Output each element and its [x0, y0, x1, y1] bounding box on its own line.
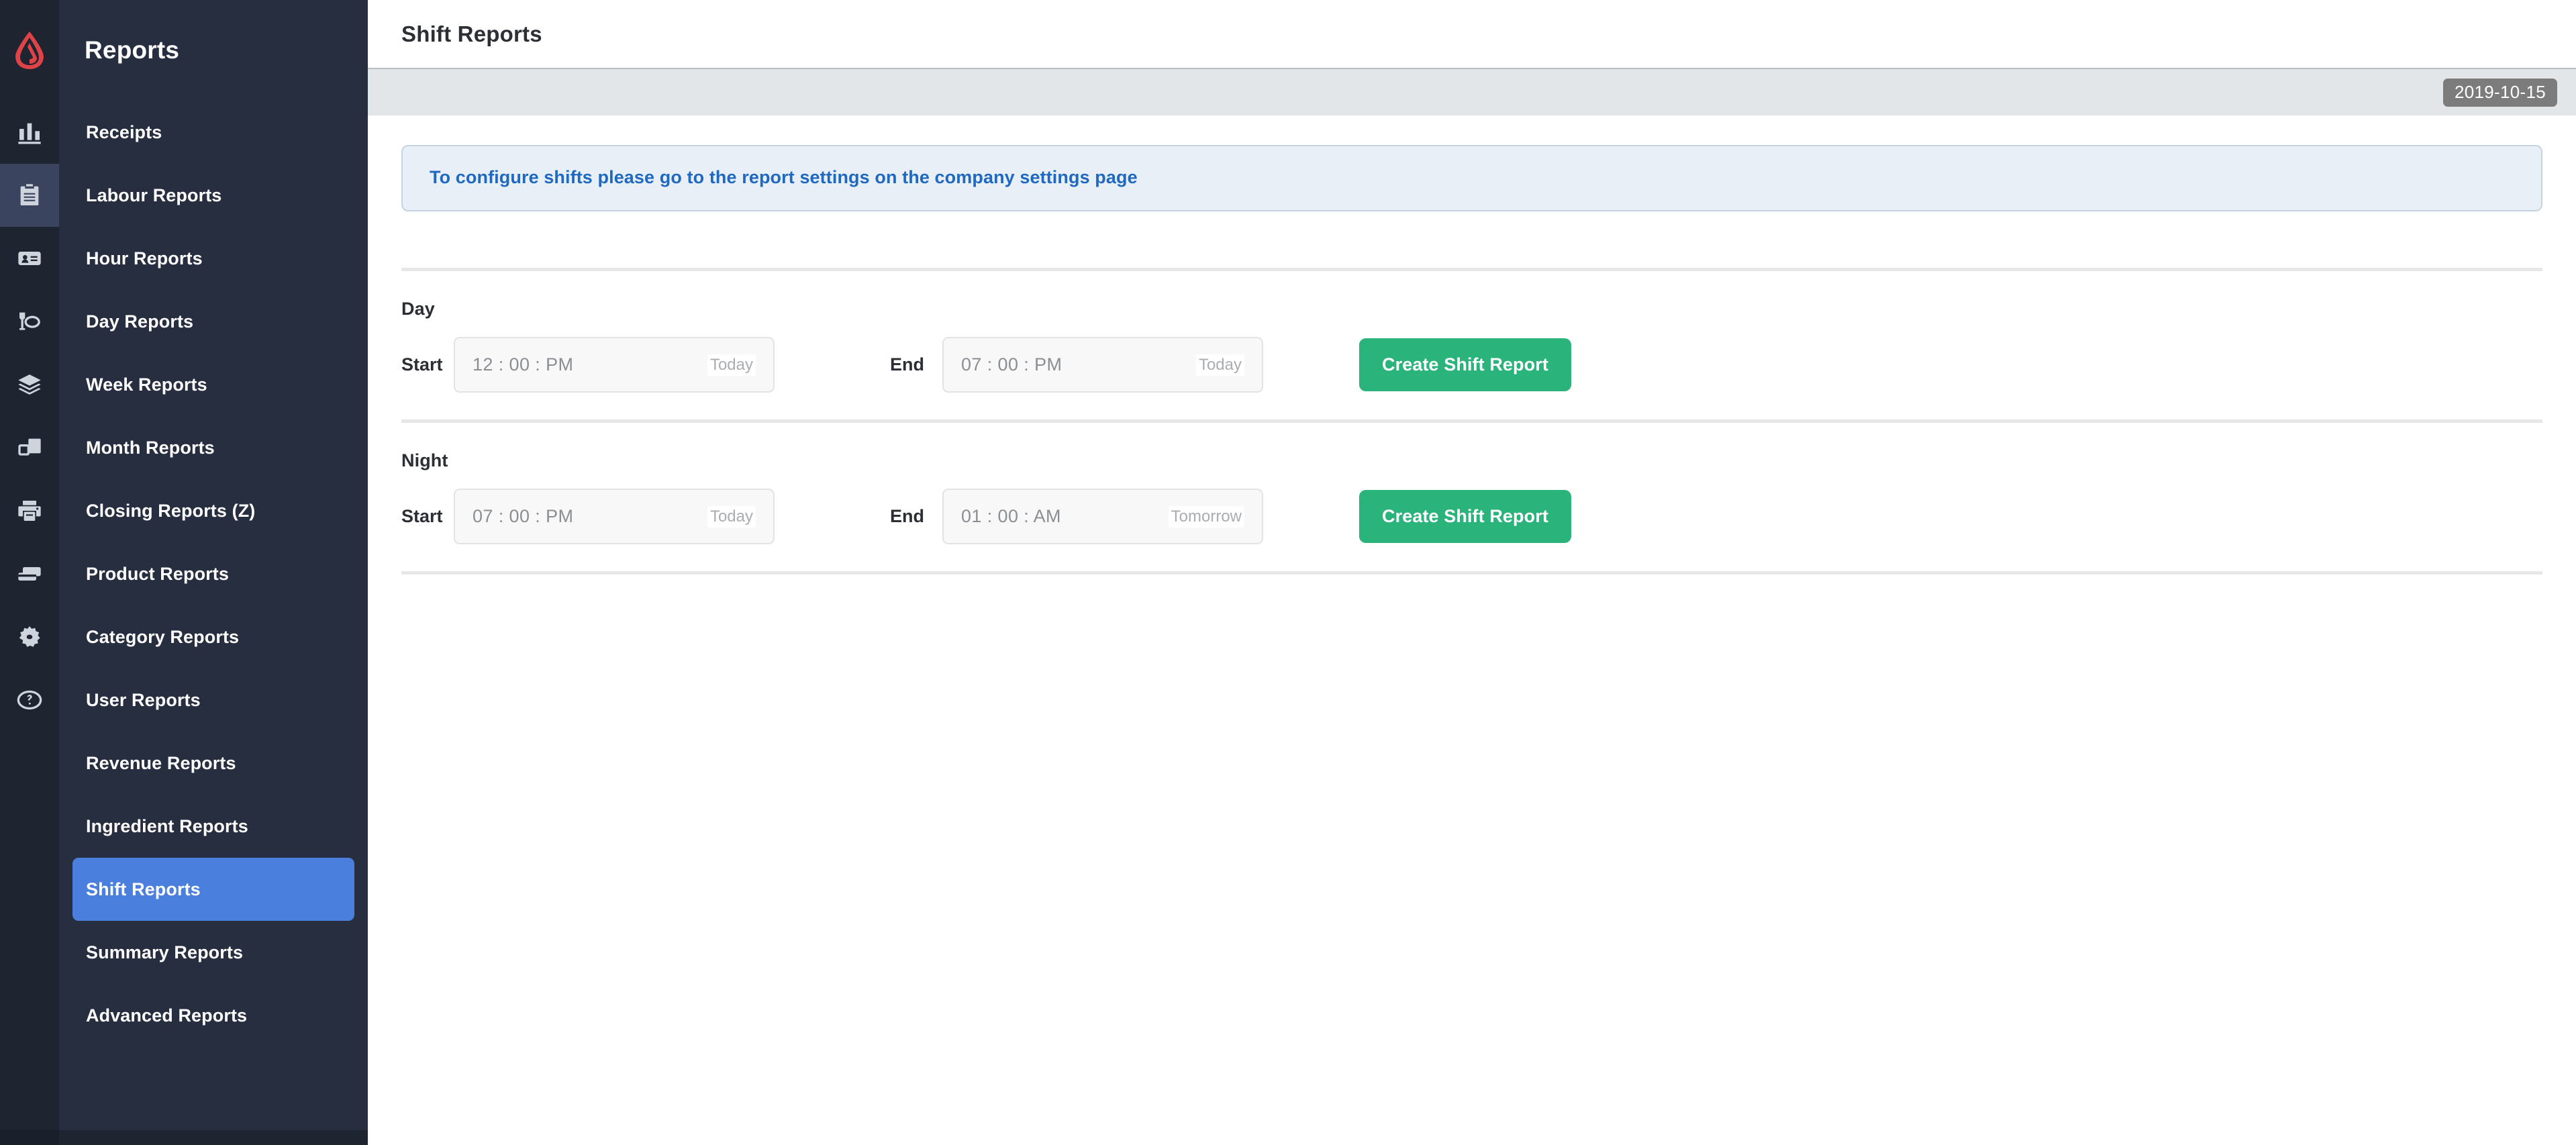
shift-name-night: Night [401, 450, 448, 470]
sidebar-title: Reports [85, 36, 180, 64]
sidebar-item-label: Shift Reports [86, 879, 201, 899]
start-label-day: Start [401, 354, 443, 375]
sidebar-item-revenue-reports[interactable]: Revenue Reports [72, 732, 354, 795]
sidebar-item-advanced-reports[interactable]: Advanced Reports [72, 984, 354, 1047]
card-terminal-icon [18, 567, 41, 581]
help-circle-icon [17, 690, 42, 710]
end-field-group-day: End 07 : 00 : PM Today [890, 337, 1263, 393]
end-field-group-night: End 01 : 00 : AM Tomorrow [890, 489, 1263, 544]
sidebar-item-category-reports[interactable]: Category Reports [72, 605, 354, 668]
sidebar-item-label: Ingredient Reports [86, 815, 248, 836]
start-time-input-night[interactable]: 07 : 00 : PM Today [454, 489, 775, 544]
end-time-suffix-day: Today [1195, 354, 1244, 376]
end-label-night: End [890, 506, 924, 526]
rail-item-dining[interactable] [0, 290, 59, 353]
brand-logo[interactable] [0, 0, 59, 101]
date-badge[interactable]: 2019-10-15 [2443, 78, 2557, 107]
printer-icon [18, 501, 41, 521]
id-card-icon [18, 252, 41, 265]
sidebar-item-label: Month Reports [86, 437, 215, 458]
end-time-value-night: 01 : 00 : AM [961, 506, 1061, 526]
shift-block-day: Day Start 12 : 00 : PM Today End 07 : 00… [401, 271, 2542, 419]
start-label-night: Start [401, 506, 443, 526]
rail-item-windows[interactable] [0, 416, 59, 479]
sidebar-item-day-reports[interactable]: Day Reports [72, 290, 354, 353]
sidebar-footer [59, 1130, 368, 1145]
sidebar-item-label: Hour Reports [86, 248, 203, 268]
sidebar-item-shift-reports[interactable]: Shift Reports [72, 858, 354, 921]
sidebar-item-receipts[interactable]: Receipts [72, 101, 354, 164]
sidebar-item-label: Category Reports [86, 626, 240, 647]
shift-row-day: Start 12 : 00 : PM Today End 07 : 00 : P… [401, 319, 2542, 419]
rail-item-clipboard[interactable] [0, 164, 59, 227]
start-time-value-night: 07 : 00 : PM [473, 506, 574, 526]
sidebar-item-product-reports[interactable]: Product Reports [72, 542, 354, 605]
sidebar-nav-list: Receipts Labour Reports Hour Reports Day… [59, 101, 368, 1047]
sidebar-item-label: Labour Reports [86, 185, 222, 205]
start-field-group-day: Start 12 : 00 : PM Today [401, 337, 775, 393]
windows-icon [18, 438, 41, 456]
bar-chart-icon [18, 123, 41, 144]
clipboard-icon [20, 184, 39, 205]
sidebar-item-summary-reports[interactable]: Summary Reports [72, 921, 354, 984]
start-time-value-day: 12 : 00 : PM [473, 354, 574, 375]
shift-block-night: Night Start 07 : 00 : PM Today End 01 : … [401, 423, 2542, 571]
create-shift-report-button-night[interactable]: Create Shift Report [1359, 490, 1571, 543]
rail-item-id-card[interactable] [0, 227, 59, 290]
rail-footer [0, 1130, 59, 1145]
start-field-group-night: Start 07 : 00 : PM Today [401, 489, 775, 544]
sidebar-item-week-reports[interactable]: Week Reports [72, 353, 354, 416]
sidebar-item-labour-reports[interactable]: Labour Reports [72, 164, 354, 227]
gear-icon [19, 626, 40, 647]
rail-item-layers[interactable] [0, 353, 59, 416]
info-banner: To configure shifts please go to the rep… [401, 145, 2542, 211]
dining-icon [19, 312, 40, 330]
page-title: Shift Reports [401, 21, 542, 46]
sidebar-item-label: Closing Reports (Z) [86, 500, 256, 521]
sidebar-item-closing-reports[interactable]: Closing Reports (Z) [72, 479, 354, 542]
shift-row-night: Start 07 : 00 : PM Today End 01 : 00 : A… [401, 471, 2542, 571]
end-time-input-day[interactable]: 07 : 00 : PM Today [942, 337, 1263, 393]
end-label-day: End [890, 354, 924, 375]
sidebar-item-label: Week Reports [86, 374, 207, 395]
info-banner-text: To configure shifts please go to the rep… [430, 167, 1138, 187]
sidebar-item-label: User Reports [86, 689, 201, 710]
content-area: To configure shifts please go to the rep… [368, 145, 2576, 575]
sidebar-item-label: Day Reports [86, 311, 194, 332]
rail-item-bar-chart[interactable] [0, 101, 59, 164]
rail-item-printer[interactable] [0, 479, 59, 542]
sidebar-item-label: Advanced Reports [86, 1005, 248, 1026]
rail-item-help[interactable] [0, 668, 59, 732]
end-time-input-night[interactable]: 01 : 00 : AM Tomorrow [942, 489, 1263, 544]
sidebar-item-user-reports[interactable]: User Reports [72, 668, 354, 732]
sidebar-item-label: Receipts [86, 121, 162, 142]
layers-icon [18, 375, 41, 395]
end-time-suffix-night: Tomorrow [1168, 505, 1244, 528]
sidebar-item-label: Summary Reports [86, 942, 244, 962]
rail-item-card-terminal[interactable] [0, 542, 59, 605]
start-time-input-day[interactable]: 12 : 00 : PM Today [454, 337, 775, 393]
app-root: Reports Receipts Labour Reports Hour Rep… [0, 0, 2576, 1145]
sidebar-item-hour-reports[interactable]: Hour Reports [72, 227, 354, 290]
start-time-suffix-day: Today [707, 354, 756, 376]
rail-item-settings[interactable] [0, 605, 59, 668]
start-time-suffix-night: Today [707, 505, 756, 528]
main-content: Shift Reports 2019-10-15 To configure sh… [368, 0, 2576, 1145]
icon-rail [0, 0, 59, 1145]
create-shift-report-button-day[interactable]: Create Shift Report [1359, 338, 1571, 391]
shift-name-day: Day [401, 299, 435, 319]
subbar: 2019-10-15 [368, 69, 2576, 115]
topbar: Shift Reports [368, 0, 2576, 69]
end-time-value-day: 07 : 00 : PM [961, 354, 1062, 375]
sidebar-item-ingredient-reports[interactable]: Ingredient Reports [72, 795, 354, 858]
sidebar: Reports Receipts Labour Reports Hour Rep… [59, 0, 368, 1145]
sidebar-item-label: Product Reports [86, 563, 230, 584]
sidebar-item-label: Revenue Reports [86, 752, 236, 773]
sidebar-item-month-reports[interactable]: Month Reports [72, 416, 354, 479]
divider-bottom [401, 571, 2542, 575]
lightspeed-flame-logo-icon [15, 32, 44, 69]
